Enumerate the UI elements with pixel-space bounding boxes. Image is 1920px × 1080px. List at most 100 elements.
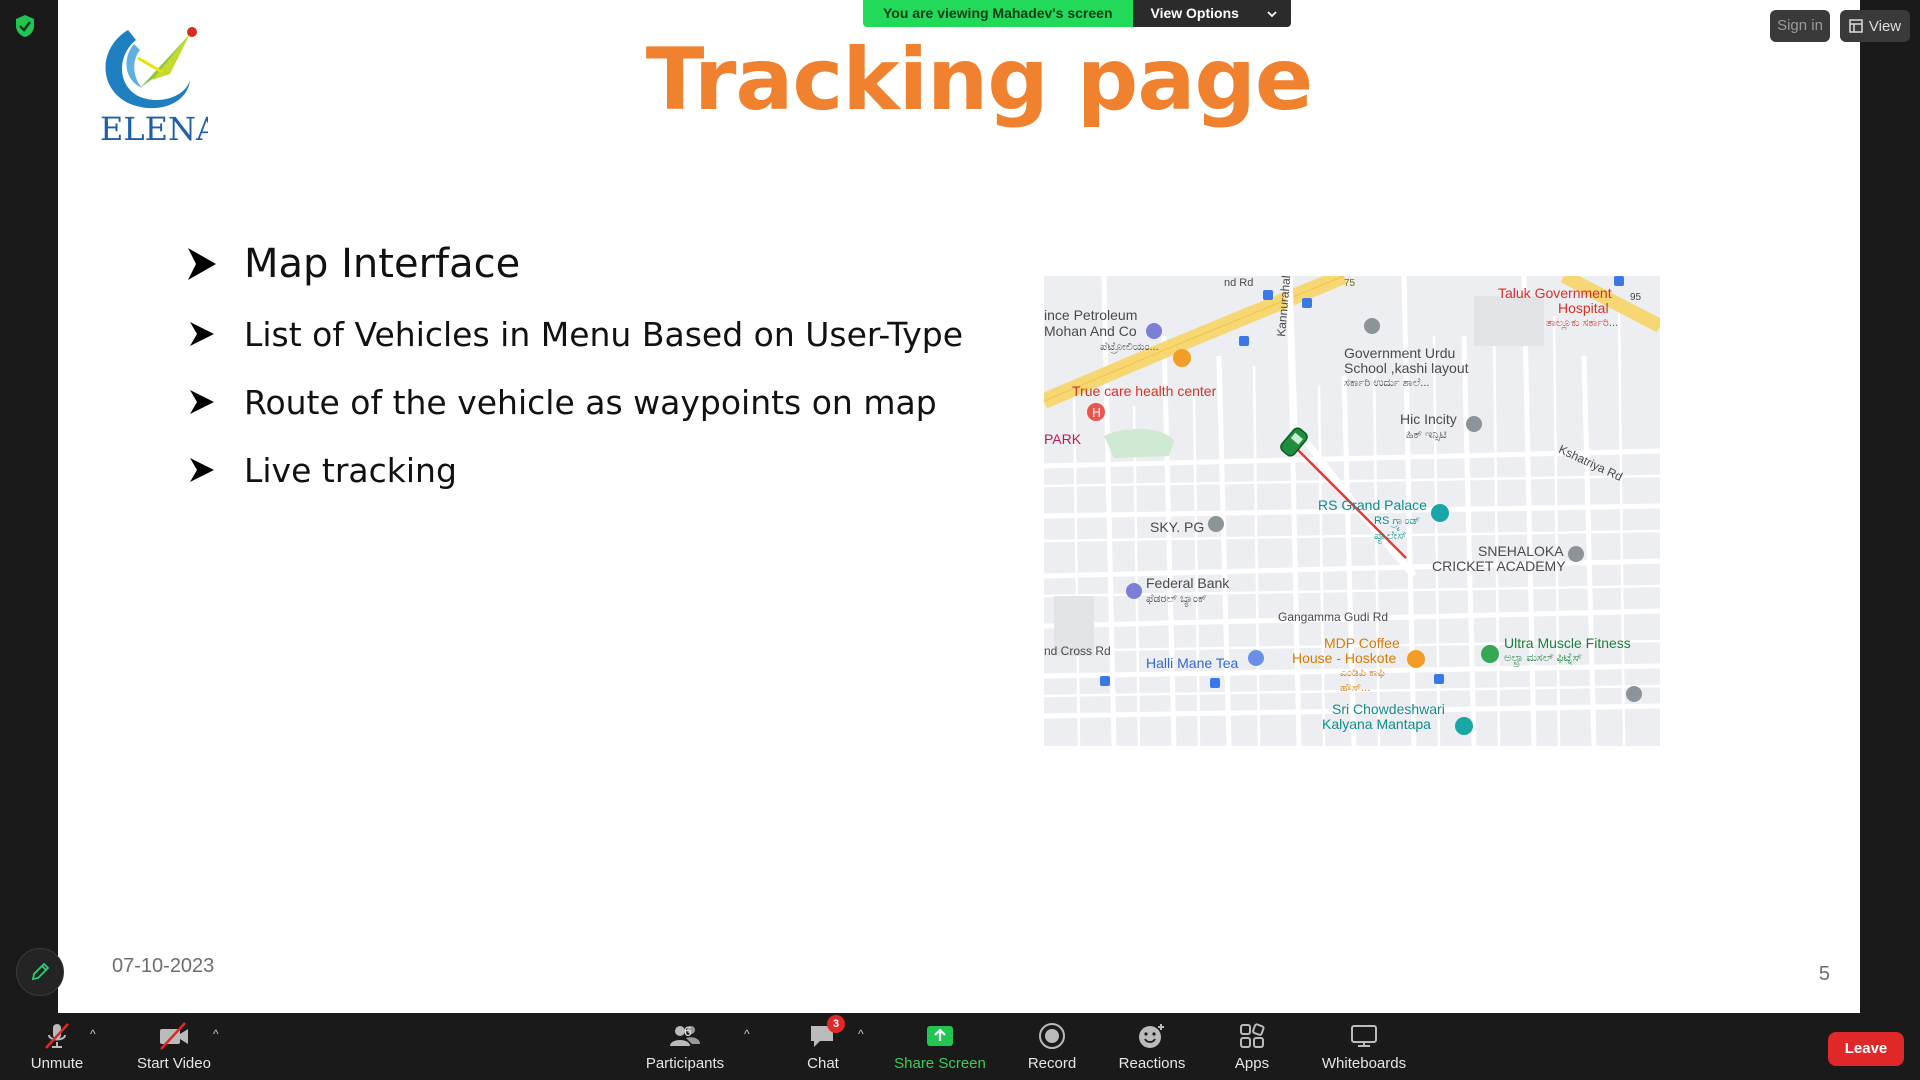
arrow-bullet-icon bbox=[190, 322, 214, 346]
map-label: Mohan And Co bbox=[1044, 323, 1137, 339]
bullet-item: Live tracking bbox=[186, 444, 1006, 496]
screen-share-banner: You are viewing Mahadev's screen View Op… bbox=[863, 0, 1291, 27]
start-video-label: Start Video bbox=[137, 1055, 211, 1072]
shared-slide: ELENA Tracking page Map Interface List o… bbox=[58, 0, 1860, 1013]
view-options-button[interactable]: View Options bbox=[1132, 0, 1291, 27]
map-label: ಎಂಡಿಪಿ ಕಾಫಿ ಹೌಸ್... bbox=[1340, 667, 1385, 694]
unmute-button[interactable]: Unmute bbox=[22, 1019, 92, 1077]
participants-options-chevron-icon[interactable]: ^ bbox=[744, 1027, 760, 1043]
hospital-pin-icon: H bbox=[1087, 403, 1105, 421]
slide-date: 07-10-2023 bbox=[112, 955, 215, 977]
reactions-button[interactable]: Reactions bbox=[1114, 1019, 1190, 1077]
map-label: ಹಿಕ್ ಇನ್ಸಿಟಿ bbox=[1406, 429, 1447, 441]
bullet-text: List of Vehicles in Menu Based on User-T… bbox=[244, 314, 964, 354]
bullet-text: Map Interface bbox=[244, 241, 521, 287]
bullet-item: Map Interface bbox=[186, 236, 1006, 292]
reactions-label: Reactions bbox=[1118, 1055, 1186, 1072]
chat-label: Chat bbox=[807, 1055, 839, 1072]
map-label: True care health center bbox=[1072, 383, 1217, 399]
whiteboards-button[interactable]: Whiteboards bbox=[1314, 1019, 1414, 1077]
map-label: Kalyana Mantapa bbox=[1322, 716, 1431, 732]
restaurant-pin-icon bbox=[1173, 349, 1191, 367]
map-label: Federal Bank bbox=[1146, 575, 1230, 591]
map-label: Taluk Government bbox=[1498, 285, 1612, 301]
view-button[interactable]: View bbox=[1840, 10, 1910, 42]
video-options-chevron-icon[interactable]: ^ bbox=[213, 1027, 229, 1043]
map-screenshot: H ince Petroleum Mohan And Co ಪೆಟ್ರೋಲಿಯಂ… bbox=[1044, 276, 1660, 746]
map-label: House - Hoskote bbox=[1292, 650, 1397, 666]
place-pin-icon bbox=[1626, 686, 1642, 702]
hall-pin-icon bbox=[1455, 717, 1473, 735]
shop-pin-icon bbox=[1146, 323, 1162, 339]
share-screen-label: Share Screen bbox=[894, 1055, 986, 1072]
bank-pin-icon bbox=[1126, 583, 1142, 599]
bullet-text: Live tracking bbox=[244, 450, 457, 490]
record-label: Record bbox=[1027, 1055, 1077, 1072]
map-label: RS ಗ್ರ್ಯಾಂಡ್ ಪ್ಯಾಲೇಸ್ bbox=[1374, 515, 1421, 542]
security-shield-icon[interactable] bbox=[14, 14, 36, 38]
viewing-screen-text: You are viewing Mahadev's screen bbox=[863, 0, 1133, 27]
whiteboards-label: Whiteboards bbox=[1321, 1055, 1407, 1072]
bullet-list: Map Interface List of Vehicles in Menu B… bbox=[186, 236, 1006, 512]
map-label: Government Urdu bbox=[1344, 345, 1456, 361]
map-label: ತಾಲ್ಲೂಕು ಸರ್ಕಾರಿ... bbox=[1546, 317, 1619, 329]
place-pin-icon bbox=[1466, 416, 1482, 432]
view-options-label: View Options bbox=[1150, 5, 1239, 21]
map-label: 95 bbox=[1630, 292, 1642, 303]
share-screen-icon bbox=[927, 1026, 953, 1046]
map-label: RS Grand Palace bbox=[1318, 497, 1427, 513]
chat-button[interactable]: 3 Chat bbox=[793, 1015, 853, 1077]
map-label: ಅಲ್ಟ್ರಾ ಮಸಲ್ ಫಿಟ್ನೆಸ್ bbox=[1504, 652, 1583, 664]
record-icon bbox=[1039, 1023, 1065, 1049]
map-label: Ultra Muscle Fitness bbox=[1504, 635, 1631, 651]
participants-label: Participants bbox=[645, 1055, 725, 1072]
map-label: CRICKET ACADEMY bbox=[1432, 558, 1566, 574]
share-screen-button[interactable]: Share Screen bbox=[890, 1019, 990, 1077]
bullet-text: Route of the vehicle as waypoints on map bbox=[244, 382, 937, 422]
smiley-face-icon bbox=[1139, 1024, 1164, 1048]
chat-unread-badge: 3 bbox=[827, 1015, 845, 1033]
bullet-item: Route of the vehicle as waypoints on map bbox=[186, 376, 1006, 428]
slide-title: Tracking page bbox=[645, 30, 1314, 130]
grid-view-icon bbox=[1849, 19, 1863, 33]
map-label: ಸರ್ಕಾರಿ ಉರ್ದು ಶಾಲೆ... bbox=[1344, 377, 1430, 389]
arrow-bullet-icon bbox=[190, 458, 214, 482]
map-label: Gangamma Gudi Rd bbox=[1278, 610, 1389, 624]
sign-in-button[interactable]: Sign in bbox=[1770, 10, 1830, 42]
map-label: PARK bbox=[1044, 431, 1082, 447]
map-label: Sri Chowdeshwari bbox=[1332, 701, 1445, 717]
map-label: 75 bbox=[1344, 278, 1356, 289]
participants-button[interactable]: 6 Participants bbox=[640, 1019, 730, 1077]
svg-text:H: H bbox=[1092, 406, 1101, 420]
gym-pin-icon bbox=[1481, 645, 1499, 663]
zoom-meeting-window: ELENA Tracking page Map Interface List o… bbox=[0, 0, 1920, 1080]
leave-meeting-button[interactable]: Leave bbox=[1828, 1032, 1904, 1066]
map-label: SKY. PG bbox=[1150, 519, 1205, 535]
map-label: Hic Incity bbox=[1400, 411, 1457, 427]
slide-page-number: 5 bbox=[1818, 963, 1830, 985]
map-label: nd Rd bbox=[1224, 277, 1254, 289]
participants-count: 6 bbox=[684, 1023, 692, 1039]
record-button[interactable]: Record bbox=[1022, 1019, 1082, 1077]
start-video-button[interactable]: Start Video bbox=[128, 1019, 220, 1077]
map-label: ince Petroleum bbox=[1044, 307, 1138, 323]
map-label: Hospital bbox=[1558, 300, 1609, 316]
audio-options-chevron-icon[interactable]: ^ bbox=[90, 1027, 106, 1043]
place-pin-icon bbox=[1364, 318, 1380, 334]
apps-button[interactable]: Apps bbox=[1222, 1019, 1282, 1077]
map-label: ಫೆಡರಲ್ ಬ್ಯಾಂಕ್ bbox=[1146, 593, 1207, 605]
chat-options-chevron-icon[interactable]: ^ bbox=[858, 1027, 874, 1043]
map-label: Halli Mane Tea bbox=[1146, 655, 1239, 671]
arrow-bullet-icon bbox=[190, 390, 214, 414]
place-pin-icon bbox=[1208, 516, 1224, 532]
whiteboard-icon bbox=[1351, 1025, 1377, 1047]
arrow-bullet-icon bbox=[188, 248, 216, 280]
bullet-item: List of Vehicles in Menu Based on User-T… bbox=[186, 308, 1006, 360]
view-label: View bbox=[1868, 17, 1902, 35]
apps-label: Apps bbox=[1234, 1055, 1270, 1072]
microphone-muted-icon bbox=[45, 1023, 69, 1049]
annotate-button[interactable] bbox=[16, 948, 64, 996]
apps-grid-icon bbox=[1240, 1023, 1265, 1048]
cafe-pin-icon bbox=[1248, 650, 1264, 666]
pencil-icon bbox=[31, 962, 50, 981]
